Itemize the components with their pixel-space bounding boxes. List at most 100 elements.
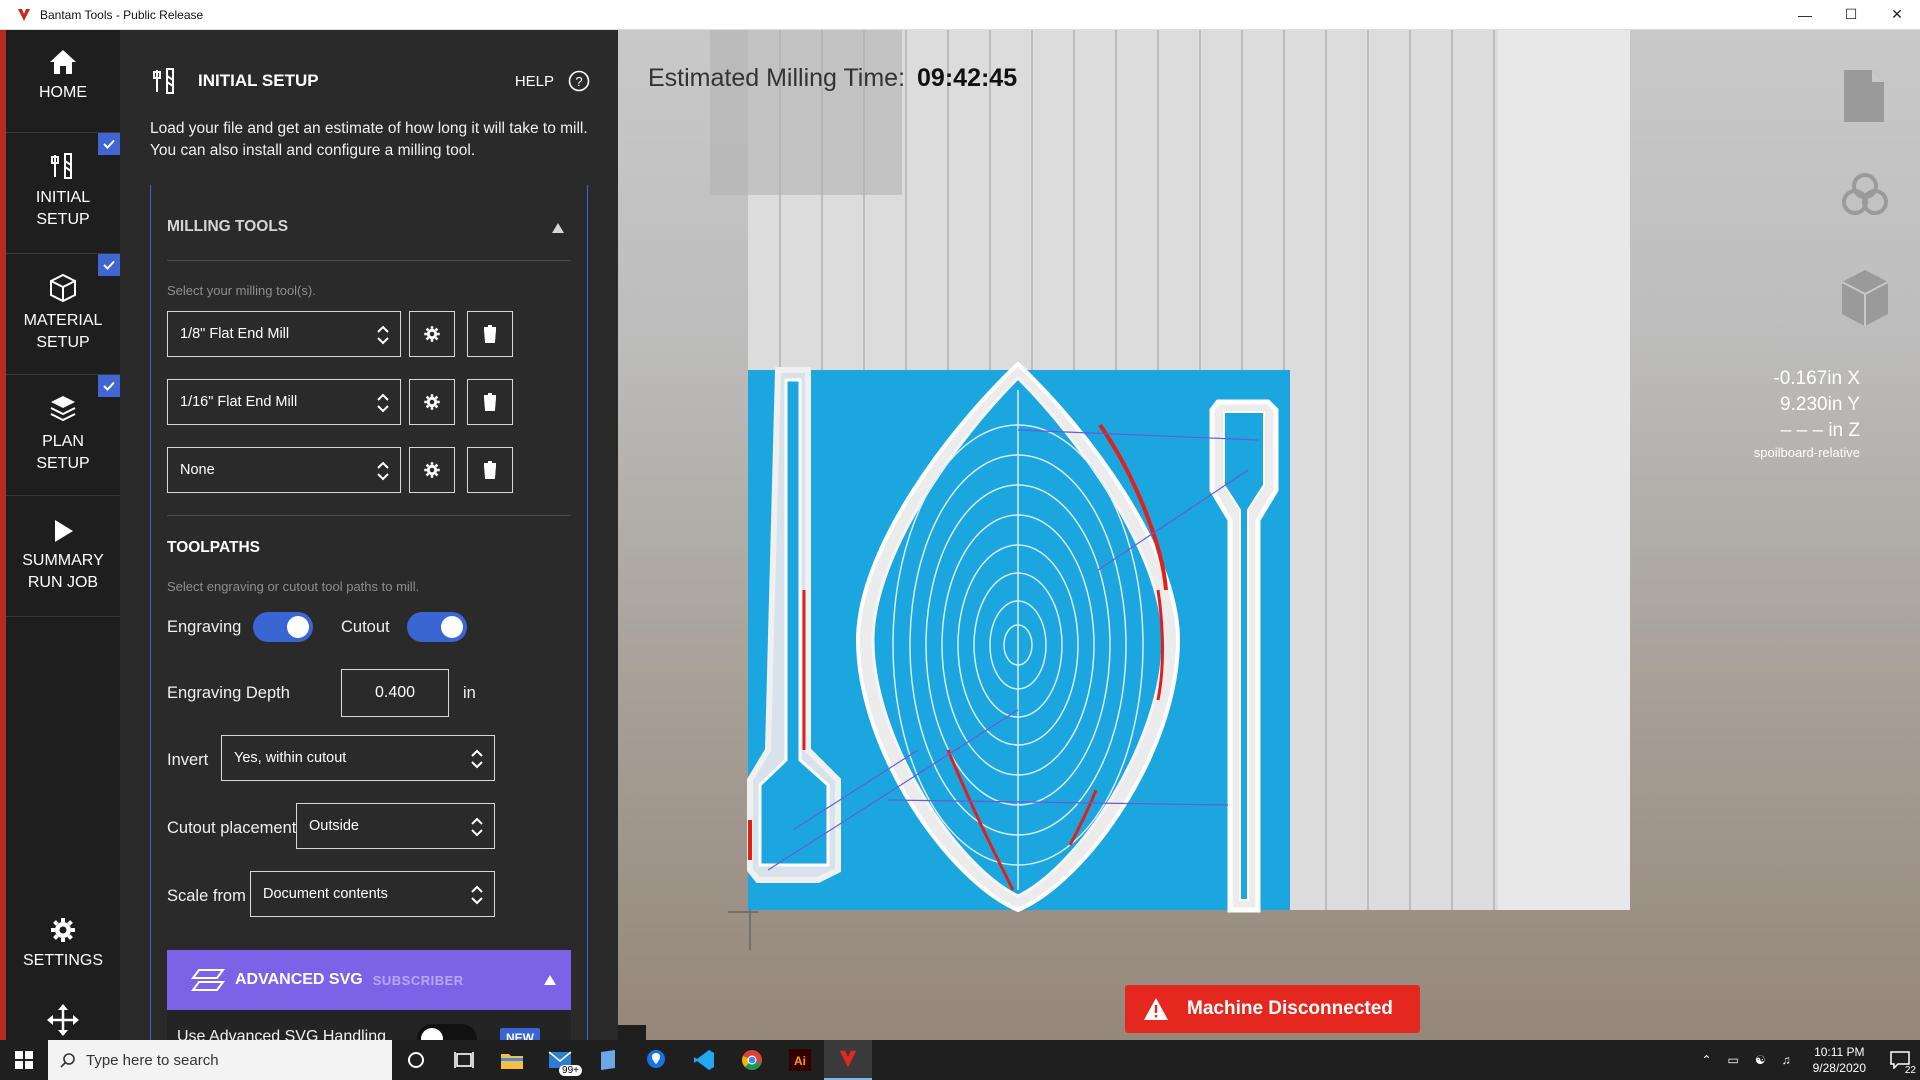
- minimize-button[interactable]: —: [1782, 0, 1828, 30]
- nav-material-setup-line1: MATERIAL: [23, 312, 103, 329]
- panel-description: Load your file and get an estimate of ho…: [150, 120, 588, 159]
- collapse-panel-button[interactable]: «: [618, 1025, 646, 1040]
- svg-text:?: ?: [575, 74, 582, 89]
- tool-3-delete-button[interactable]: [467, 447, 513, 493]
- bantam-tools-taskbar-icon[interactable]: [824, 1040, 872, 1080]
- nav-settings[interactable]: SETTINGS: [6, 902, 120, 1002]
- plan-stack-icon: [50, 396, 76, 422]
- taskbar-search[interactable]: Type here to search: [48, 1040, 392, 1080]
- notes-app-icon[interactable]: [584, 1040, 632, 1080]
- tool-2-settings-button[interactable]: [409, 379, 455, 425]
- completed-check-icon: [98, 254, 120, 276]
- scale-from-value: Document contents: [263, 886, 388, 902]
- advanced-svg-use-label: Use Advanced SVG Handling: [177, 1028, 387, 1040]
- engraving-toggle[interactable]: [253, 612, 313, 642]
- tool-3-settings-button[interactable]: [409, 447, 455, 493]
- coord-x: -0.167in X: [1773, 368, 1860, 389]
- tool-select-1-value: 1/8" Flat End Mill: [180, 326, 290, 342]
- machine-status-text: Machine Disconnected: [1187, 998, 1393, 1019]
- material-cube-icon: [50, 273, 76, 303]
- maps-icon[interactable]: [632, 1040, 680, 1080]
- tool-select-3[interactable]: None: [167, 447, 401, 493]
- start-button[interactable]: [0, 1040, 48, 1080]
- svg-text:Ai: Ai: [794, 1054, 806, 1068]
- scene-3d: [710, 30, 1630, 950]
- advanced-svg-toggle[interactable]: [417, 1024, 477, 1040]
- cutout-placement-select[interactable]: Outside: [296, 803, 495, 849]
- cutout-placement-label: Cutout placement: [167, 819, 297, 837]
- vscode-icon[interactable]: [680, 1040, 728, 1080]
- windows-logo-icon: [15, 1051, 33, 1069]
- help-label: HELP: [514, 72, 554, 90]
- clock-date: 9/28/2020: [1812, 1061, 1866, 1075]
- wifi-icon[interactable]: ☯: [1755, 1053, 1766, 1067]
- view-cube-icon[interactable]: [1840, 268, 1890, 328]
- milling-tool-icon: [51, 153, 72, 179]
- collapse-triangle-icon[interactable]: [551, 222, 565, 234]
- cortana-icon[interactable]: [392, 1040, 440, 1080]
- nav-home[interactable]: HOME: [6, 30, 120, 133]
- nav-plan-setup[interactable]: PLAN SETUP: [6, 375, 120, 496]
- scale-from-select[interactable]: Document contents: [250, 871, 495, 917]
- illustrator-icon[interactable]: Ai: [776, 1040, 824, 1080]
- tool-select-1[interactable]: 1/8" Flat End Mill: [167, 311, 401, 357]
- gear-icon: [424, 462, 440, 478]
- chevron-up-icon[interactable]: ⌃: [1701, 1053, 1711, 1067]
- select-arrows-icon: [377, 325, 389, 345]
- nav-plan-setup-line2: SETUP: [36, 455, 90, 472]
- engraving-depth-input[interactable]: 0.400: [341, 669, 449, 717]
- nav-material-setup[interactable]: MATERIAL SETUP: [6, 254, 120, 375]
- chrome-icon[interactable]: [728, 1040, 776, 1080]
- svg-layers-icon: [191, 969, 225, 991]
- tool-1-settings-button[interactable]: [409, 311, 455, 357]
- file-icon[interactable]: [1842, 68, 1886, 124]
- invert-select[interactable]: Yes, within cutout: [221, 735, 495, 781]
- taskbar-clock[interactable]: 10:11 PM 9/28/2020: [1813, 1044, 1866, 1076]
- nav-initial-setup-line1: INITIAL: [35, 189, 91, 206]
- gear-icon: [424, 394, 440, 410]
- battery-icon[interactable]: ▭: [1728, 1053, 1739, 1067]
- maximize-button[interactable]: ☐: [1828, 0, 1874, 30]
- notification-center-button[interactable]: 22: [1880, 1040, 1920, 1080]
- panel-title: INITIAL SETUP: [198, 71, 319, 90]
- title-bar: Bantam Tools - Public Release — ☐ ✕: [0, 0, 1920, 30]
- trash-icon: [483, 325, 497, 343]
- volume-icon[interactable]: ♫: [1782, 1053, 1791, 1067]
- task-view-icon[interactable]: [440, 1040, 488, 1080]
- estimated-milling-time: Estimated Milling Time: 09:42:45: [648, 64, 1017, 93]
- milling-preview-viewport[interactable]: Estimated Milling Time: 09:42:45 -0.167in…: [618, 30, 1920, 1040]
- system-tray: ⌃ ▭ ☯ ♫ 10:11 PM 9/28/2020 22: [1693, 1040, 1920, 1080]
- tool-select-2[interactable]: 1/16" Flat End Mill: [167, 379, 401, 425]
- orbit-view-icon[interactable]: [1838, 168, 1892, 222]
- move-arrows-icon: [47, 1004, 79, 1036]
- milling-tools-heading: MILLING TOOLS: [167, 218, 289, 235]
- subscriber-tag: SUBSCRIBER: [372, 972, 464, 988]
- search-placeholder: Type here to search: [86, 1051, 219, 1069]
- file-explorer-icon[interactable]: [488, 1040, 536, 1080]
- cutout-toggle[interactable]: [407, 612, 467, 642]
- coord-z: – – – in Z: [1780, 420, 1860, 441]
- est-value: 09:42:45: [917, 64, 1018, 92]
- nav-summary-line2: RUN JOB: [27, 574, 99, 591]
- nav-summary-line1: SUMMARY: [22, 552, 104, 569]
- play-icon: [55, 520, 73, 542]
- select-arrows-icon: [377, 461, 389, 481]
- advanced-svg-header[interactable]: ADVANCED SVG SUBSCRIBER: [167, 950, 571, 1010]
- invert-value: Yes, within cutout: [234, 750, 347, 766]
- nav-summary-run-job[interactable]: SUMMARY RUN JOB: [6, 496, 120, 617]
- machine-status-banner[interactable]: Machine Disconnected: [1125, 985, 1420, 1033]
- mail-icon[interactable]: 99+: [536, 1040, 584, 1080]
- initial-setup-panel: INITIAL SETUP HELP ? Load your file and …: [120, 30, 618, 1040]
- tool-select-3-value: None: [180, 462, 215, 478]
- setup-scroll-area[interactable]: MILLING TOOLS Select your milling tool(s…: [150, 185, 588, 1040]
- nav-initial-setup[interactable]: INITIAL SETUP: [6, 133, 120, 254]
- divider: [167, 260, 571, 261]
- coord-y: 9.230in Y: [1780, 394, 1860, 415]
- tool-2-delete-button[interactable]: [467, 379, 513, 425]
- help-button[interactable]: HELP ?: [515, 70, 590, 92]
- nav-settings-label: SETTINGS: [22, 952, 103, 969]
- advanced-svg-title: ADVANCED SVG: [235, 971, 363, 988]
- jog-move-control[interactable]: [6, 1002, 120, 1040]
- tool-1-delete-button[interactable]: [467, 311, 513, 357]
- close-button[interactable]: ✕: [1874, 0, 1920, 30]
